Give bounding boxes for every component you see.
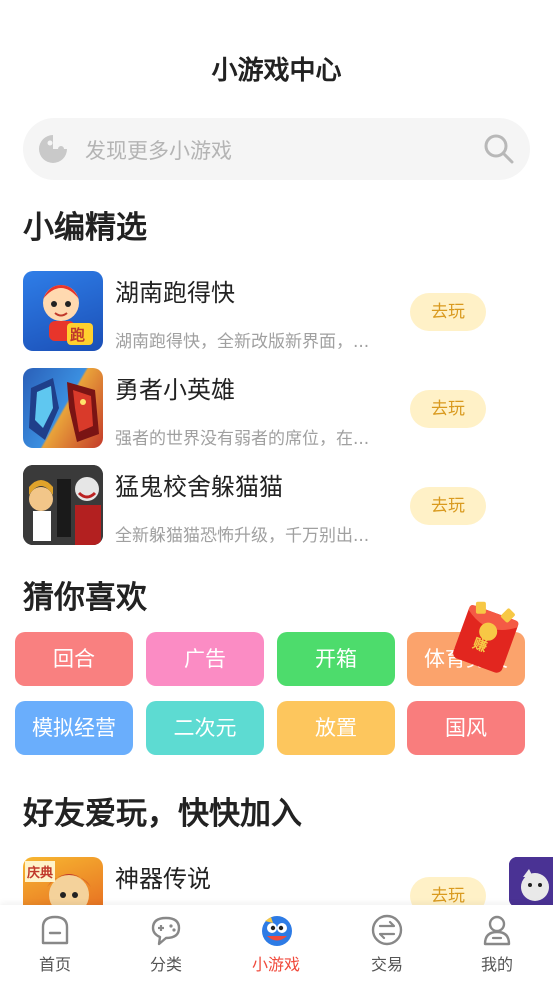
minigame-icon [262, 916, 292, 946]
game-desc: 湖南跑得快，全新改版新界面，... [115, 332, 370, 352]
game-item-3[interactable]: 猛鬼校舍躲猫猫 全新躲猫猫恐怖升级，千万别出... 去玩 [23, 465, 533, 547]
category-icon [151, 916, 181, 946]
tag-turn-based[interactable]: 回合 [15, 632, 133, 686]
game-thumbnail [23, 465, 103, 545]
section-title-friends: 好友爱玩，快快加入 [23, 796, 302, 832]
search-bar[interactable]: 发现更多小游戏 [23, 118, 530, 180]
tag-ads[interactable]: 广告 [146, 632, 264, 686]
pacman-logo-icon [39, 135, 67, 163]
trade-icon [371, 914, 403, 946]
cartoon-runner-icon [43, 285, 93, 345]
bottom-nav: 首页 分类 小游戏 交易 我的 [0, 905, 553, 983]
nav-label: 我的 [480, 955, 513, 974]
nav-label: 小游戏 [251, 955, 300, 974]
robot-heroes-icon [29, 378, 99, 442]
thumb-badge-text: 庆典 [25, 861, 56, 882]
thumb-badge-text: 跑 [70, 326, 86, 344]
nav-label: 分类 [149, 955, 182, 974]
game-name: 神器传说 [115, 865, 211, 893]
profile-icon [483, 915, 511, 946]
tiger-character-icon [509, 857, 553, 907]
play-button[interactable]: 去玩 [410, 487, 486, 525]
page-title: 小游戏中心 [211, 56, 342, 86]
friend-avatar-thumbnail[interactable] [509, 857, 553, 907]
nav-label: 交易 [370, 955, 403, 974]
search-icon[interactable] [482, 132, 516, 166]
play-button[interactable]: 去玩 [410, 293, 486, 331]
nav-item-category[interactable]: 分类 [111, 905, 221, 983]
game-name: 勇者小英雄 [115, 376, 235, 404]
tag-unbox[interactable]: 开箱 [277, 632, 395, 686]
game-name: 湖南跑得快 [115, 279, 235, 307]
section-title-guess: 猜你喜欢 [23, 580, 147, 616]
nav-item-profile[interactable]: 我的 [442, 905, 552, 983]
haunted-school-icon [23, 465, 103, 545]
nav-item-minigame[interactable]: 小游戏 [221, 905, 331, 983]
game-desc: 全新躲猫猫恐怖升级，千万别出... [115, 526, 370, 546]
game-item-2[interactable]: 勇者小英雄 强者的世界没有弱者的席位，在... 去玩 [23, 368, 533, 450]
search-placeholder: 发现更多小游戏 [85, 139, 232, 163]
game-desc: 强者的世界没有弱者的席位，在... [115, 429, 370, 449]
tag-simulation[interactable]: 模拟经营 [15, 701, 133, 755]
game-thumbnail [23, 368, 103, 448]
game-thumbnail: 跑 [23, 271, 103, 351]
game-item-1[interactable]: 跑 湖南跑得快 湖南跑得快，全新改版新界面，... 去玩 [23, 271, 533, 353]
game-name: 猛鬼校舍躲猫猫 [115, 473, 283, 501]
nav-item-trade[interactable]: 交易 [332, 905, 442, 983]
nav-label: 首页 [38, 955, 71, 974]
section-title-editor-picks: 小编精选 [23, 210, 147, 246]
home-icon [41, 915, 69, 945]
tag-national-style[interactable]: 国风 [407, 701, 525, 755]
tag-anime[interactable]: 二次元 [146, 701, 264, 755]
play-button[interactable]: 去玩 [410, 390, 486, 428]
tag-idle[interactable]: 放置 [277, 701, 395, 755]
nav-item-home[interactable]: 首页 [0, 905, 110, 983]
